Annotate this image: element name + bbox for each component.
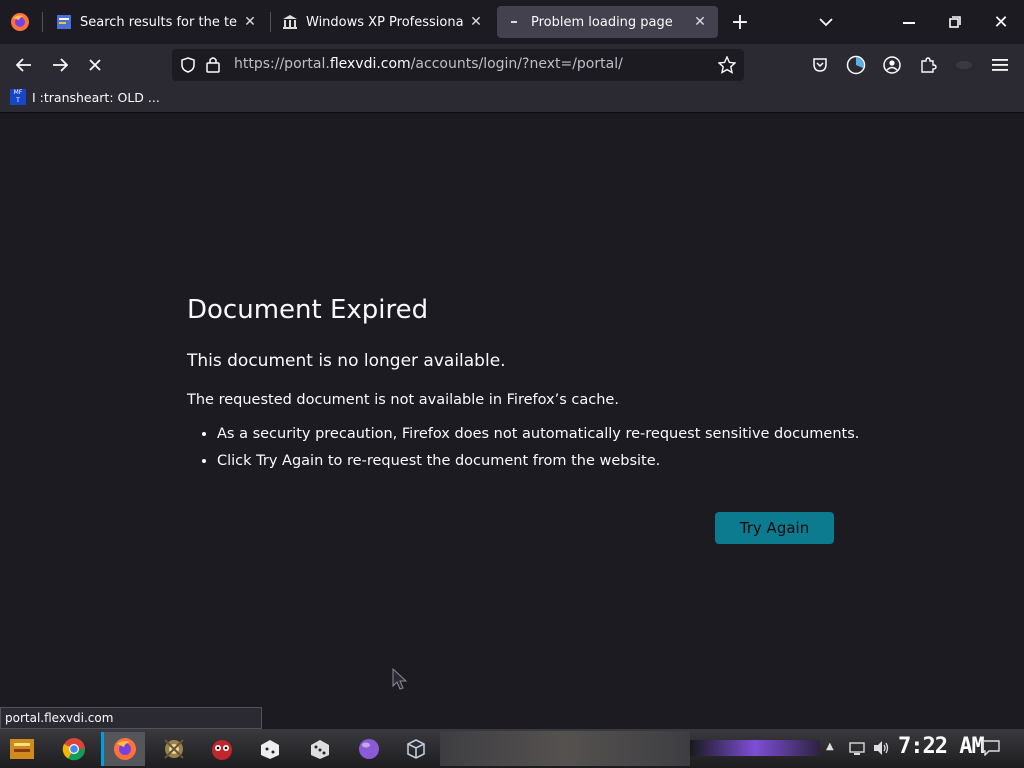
bookmarks-toolbar: MF T I :transheart: OLD ... [0, 86, 1024, 113]
crest-app-taskbar-icon[interactable] [156, 732, 192, 766]
stop-loading-icon[interactable] [80, 50, 110, 80]
new-tab-plus-icon[interactable]: + [718, 0, 762, 44]
minimize-window-icon[interactable] [886, 0, 932, 44]
account-icon[interactable] [877, 50, 907, 80]
firefox-menu-icon[interactable] [10, 12, 30, 32]
start-button-icon[interactable] [4, 732, 40, 766]
bookmark-favicon-icon: MF T [10, 89, 26, 105]
close-tab-icon[interactable]: ✕ [692, 14, 708, 30]
error-bullet: As a security precaution, Firefox does n… [217, 426, 859, 442]
tab-title: Windows XP Professional SP3 [306, 14, 464, 30]
error-description: The requested document is not available … [187, 392, 619, 408]
dice-app-2-taskbar-icon[interactable] [302, 732, 338, 766]
extensions-puzzle-icon[interactable] [913, 50, 943, 80]
close-window-icon[interactable]: ✕ [978, 0, 1024, 44]
forward-arrow-icon[interactable] [45, 50, 75, 80]
page-content: Document Expired This document is no lon… [0, 113, 1024, 728]
loading-dash-icon [507, 14, 523, 30]
tab-title: Problem loading page [531, 14, 673, 30]
close-tab-icon[interactable]: ✕ [242, 14, 258, 30]
error-subtitle: This document is no longer available. [187, 351, 506, 371]
navigation-toolbar: https://portal.flexvdi.com/accounts/logi… [0, 44, 1024, 86]
show-hidden-icons-chevron-icon[interactable]: ▲ [826, 741, 834, 752]
taskbar-clock[interactable]: 7:22 AM [898, 734, 985, 759]
url-text: https://portal.flexvdi.com/accounts/logi… [234, 56, 623, 72]
tab-separator [270, 12, 271, 32]
dice-app-taskbar-icon[interactable] [252, 732, 288, 766]
bookmark-star-icon[interactable] [717, 55, 737, 78]
extension-timer-icon[interactable] [841, 50, 871, 80]
network-icon[interactable] [848, 741, 866, 761]
url-bar[interactable]: https://portal.flexvdi.com/accounts/logi… [172, 49, 744, 81]
taskbar-wallpaper-strip [440, 731, 690, 766]
tab-title: Search results for the terms [80, 14, 238, 30]
red-character-taskbar-icon[interactable] [204, 732, 240, 766]
hidden-extension-icon[interactable] [949, 50, 979, 80]
status-link-preview: portal.flexvdi.com [0, 707, 262, 729]
error-bullet: Click Try Again to re-request the docume… [217, 453, 859, 469]
search-site-icon [56, 14, 72, 30]
archive-building-icon [282, 14, 298, 30]
close-tab-icon[interactable]: ✕ [468, 14, 484, 30]
list-all-tabs-chevron-icon[interactable] [804, 0, 848, 44]
chrome-taskbar-icon[interactable] [56, 732, 92, 766]
bookmark-item[interactable]: MF T I :transheart: OLD ... [10, 89, 160, 105]
error-bullet-list: As a security precaution, Firefox does n… [187, 426, 859, 480]
pocket-icon[interactable] [805, 50, 835, 80]
tab-separator [42, 12, 43, 32]
mouse-cursor-icon [392, 667, 408, 694]
taskbar-purple-bar [690, 740, 820, 756]
hamburger-menu-icon[interactable] [985, 50, 1015, 80]
firefox-taskbar-icon[interactable] [101, 732, 145, 766]
back-arrow-icon[interactable] [9, 50, 39, 80]
url-prefix: https://portal. [234, 56, 330, 72]
tracking-shield-icon[interactable] [180, 57, 196, 77]
bookmark-label: I :transheart: OLD ... [32, 89, 160, 105]
error-title: Document Expired [187, 295, 429, 325]
notifications-icon[interactable] [982, 740, 1000, 760]
lock-icon[interactable] [206, 56, 220, 77]
tab-windows-xp[interactable]: Windows XP Professional SP3 ✕ [272, 6, 494, 38]
try-again-button[interactable]: Try Again [715, 512, 834, 544]
tab-problem-loading[interactable]: Problem loading page ✕ [497, 6, 718, 38]
volume-speaker-icon[interactable] [872, 740, 890, 760]
purple-orb-taskbar-icon[interactable] [351, 732, 387, 766]
virtualbox-taskbar-icon[interactable] [398, 732, 434, 766]
tab-strip: Search results for the terms ✕ Windows X… [0, 0, 1024, 44]
tab-search-results[interactable]: Search results for the terms ✕ [46, 6, 268, 38]
url-path: /accounts/login/?next=/portal/ [410, 56, 623, 72]
url-domain: flexvdi.com [329, 56, 411, 72]
restore-window-icon[interactable] [932, 0, 978, 44]
taskbar: ▲ 7:22 AM [0, 729, 1024, 768]
